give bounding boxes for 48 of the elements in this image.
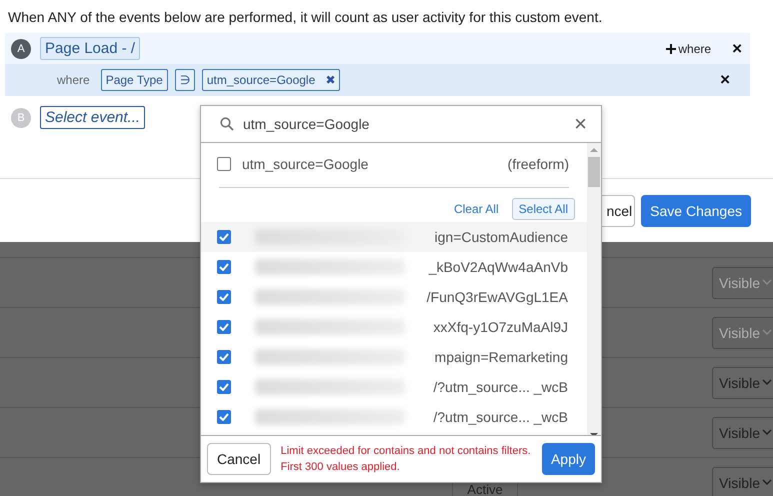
search-icon: [220, 117, 234, 131]
checkbox[interactable]: [217, 320, 231, 334]
operator-selector[interactable]: ∋: [174, 69, 195, 91]
property-selector[interactable]: Page Type: [100, 69, 168, 91]
visibility-select: Visible: [712, 266, 773, 298]
plus-icon: [666, 44, 676, 54]
checkbox[interactable]: [217, 380, 231, 394]
value-chip[interactable]: utm_source=Google ✖: [202, 69, 340, 91]
checkbox[interactable]: [217, 230, 231, 244]
checkbox[interactable]: [217, 290, 231, 304]
where-label: where: [57, 73, 90, 87]
cancel-button[interactable]: Cancel: [207, 443, 271, 475]
clear-search-button[interactable]: ×: [574, 113, 587, 135]
instruction-text: When ANY of the events below are performed, it will count as user activity for this custom event.: [7, 8, 604, 27]
option-label: _kBoV2AqWw4aAnVb: [428, 259, 568, 275]
option-label: ign=CustomAudience: [434, 229, 568, 245]
event-selector[interactable]: Page Load - /: [40, 37, 140, 60]
option-label: mpaign=Remarketing: [434, 349, 568, 365]
clear-all-button[interactable]: Clear All: [454, 202, 499, 216]
select-all-button[interactable]: Select All: [512, 198, 575, 220]
apply-button[interactable]: Apply: [542, 443, 595, 475]
event-selector[interactable]: Select event...: [40, 106, 146, 129]
chevron-icon: [762, 379, 772, 386]
freeform-tag: (freeform): [508, 156, 569, 172]
remove-filter-button[interactable]: ×: [716, 70, 734, 90]
option-label: /?utm_source... _wcB: [433, 409, 568, 425]
remove-button[interactable]: ×: [728, 38, 746, 58]
error-message: Limit exceeded for contains and not contains filters. First 300 values applied.: [280, 444, 532, 475]
chevron-icon: [762, 329, 772, 336]
status-text: Active: [467, 484, 503, 496]
visibility-select: Visible: [712, 316, 773, 348]
search-field[interactable]: utm_source=Google ×: [201, 106, 601, 143]
value-label: utm_source=Google: [206, 73, 316, 87]
checkbox[interactable]: [217, 350, 231, 364]
step-badge: A: [11, 38, 31, 58]
remove-value-button[interactable]: ✖: [325, 73, 336, 87]
option-label: utm_source=Google: [242, 156, 370, 172]
option-label: /?utm_source... _wcB: [433, 379, 568, 395]
option-label: /FunQ3rEwAVGgL1EA: [426, 289, 568, 305]
chevron-icon: [762, 479, 772, 486]
add-where-button[interactable]: where: [666, 42, 712, 56]
save-button[interactable]: Save Changes: [641, 194, 751, 226]
checkbox[interactable]: [217, 157, 231, 171]
chevron-icon: [762, 279, 772, 286]
checkbox[interactable]: [217, 260, 231, 274]
option-label: xxXfq-y1O7zuMaAl9J: [433, 319, 568, 335]
chevron-icon: [762, 429, 772, 436]
checkbox[interactable]: [217, 410, 231, 424]
